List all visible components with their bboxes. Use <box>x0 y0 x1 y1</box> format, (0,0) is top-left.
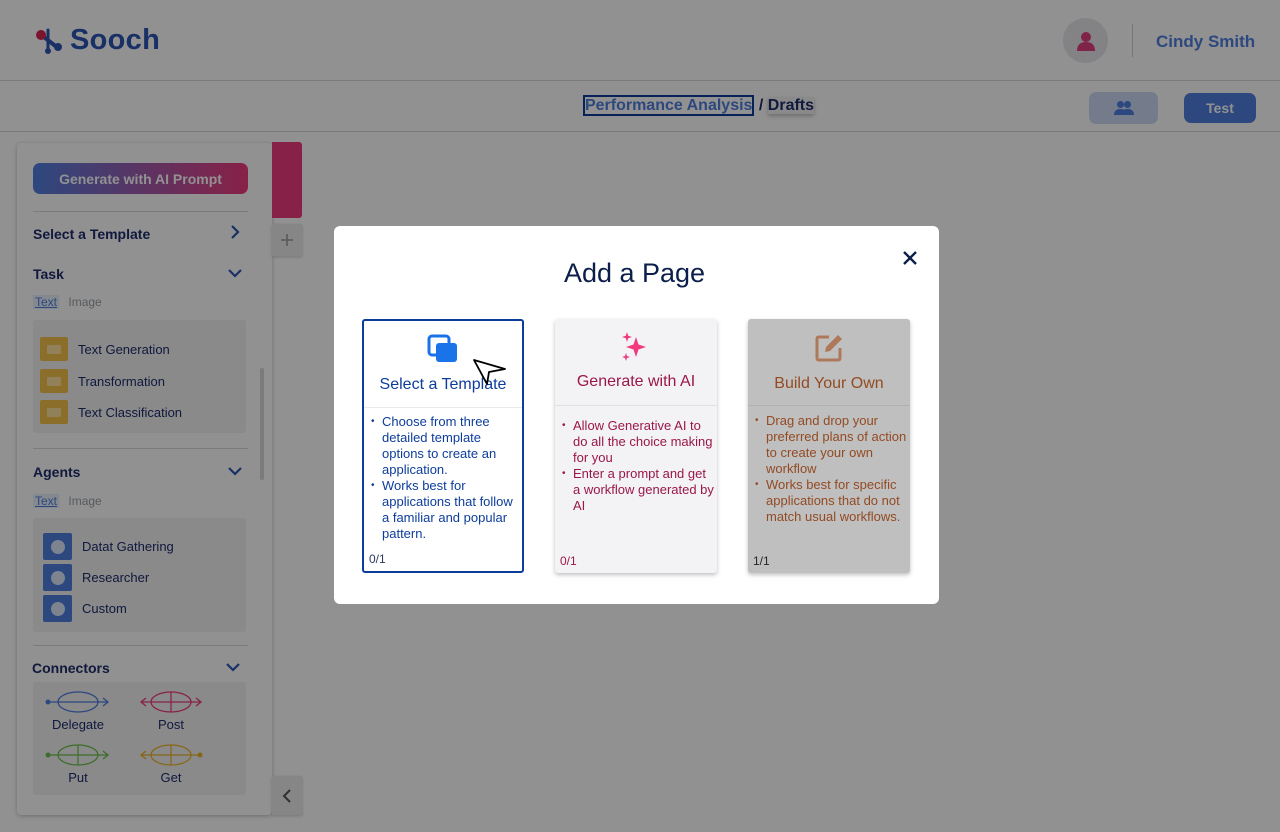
card-count: 0/1 <box>369 552 386 566</box>
generate-ai-card[interactable]: Generate with AI Allow Generative AI to … <box>555 319 717 573</box>
modal-title: Add a Page <box>563 258 706 288</box>
card-title: Generate with AI <box>576 373 696 390</box>
close-icon[interactable] <box>898 246 922 270</box>
card-description: Choose from three detailed template opti… <box>364 414 520 542</box>
card-description: Allow Generative AI to do all the choice… <box>555 418 715 514</box>
sparkles-icon <box>555 331 717 363</box>
card-disabled-wash <box>748 319 910 573</box>
card-count: 0/1 <box>560 554 577 568</box>
mouse-cursor-icon <box>473 359 506 385</box>
